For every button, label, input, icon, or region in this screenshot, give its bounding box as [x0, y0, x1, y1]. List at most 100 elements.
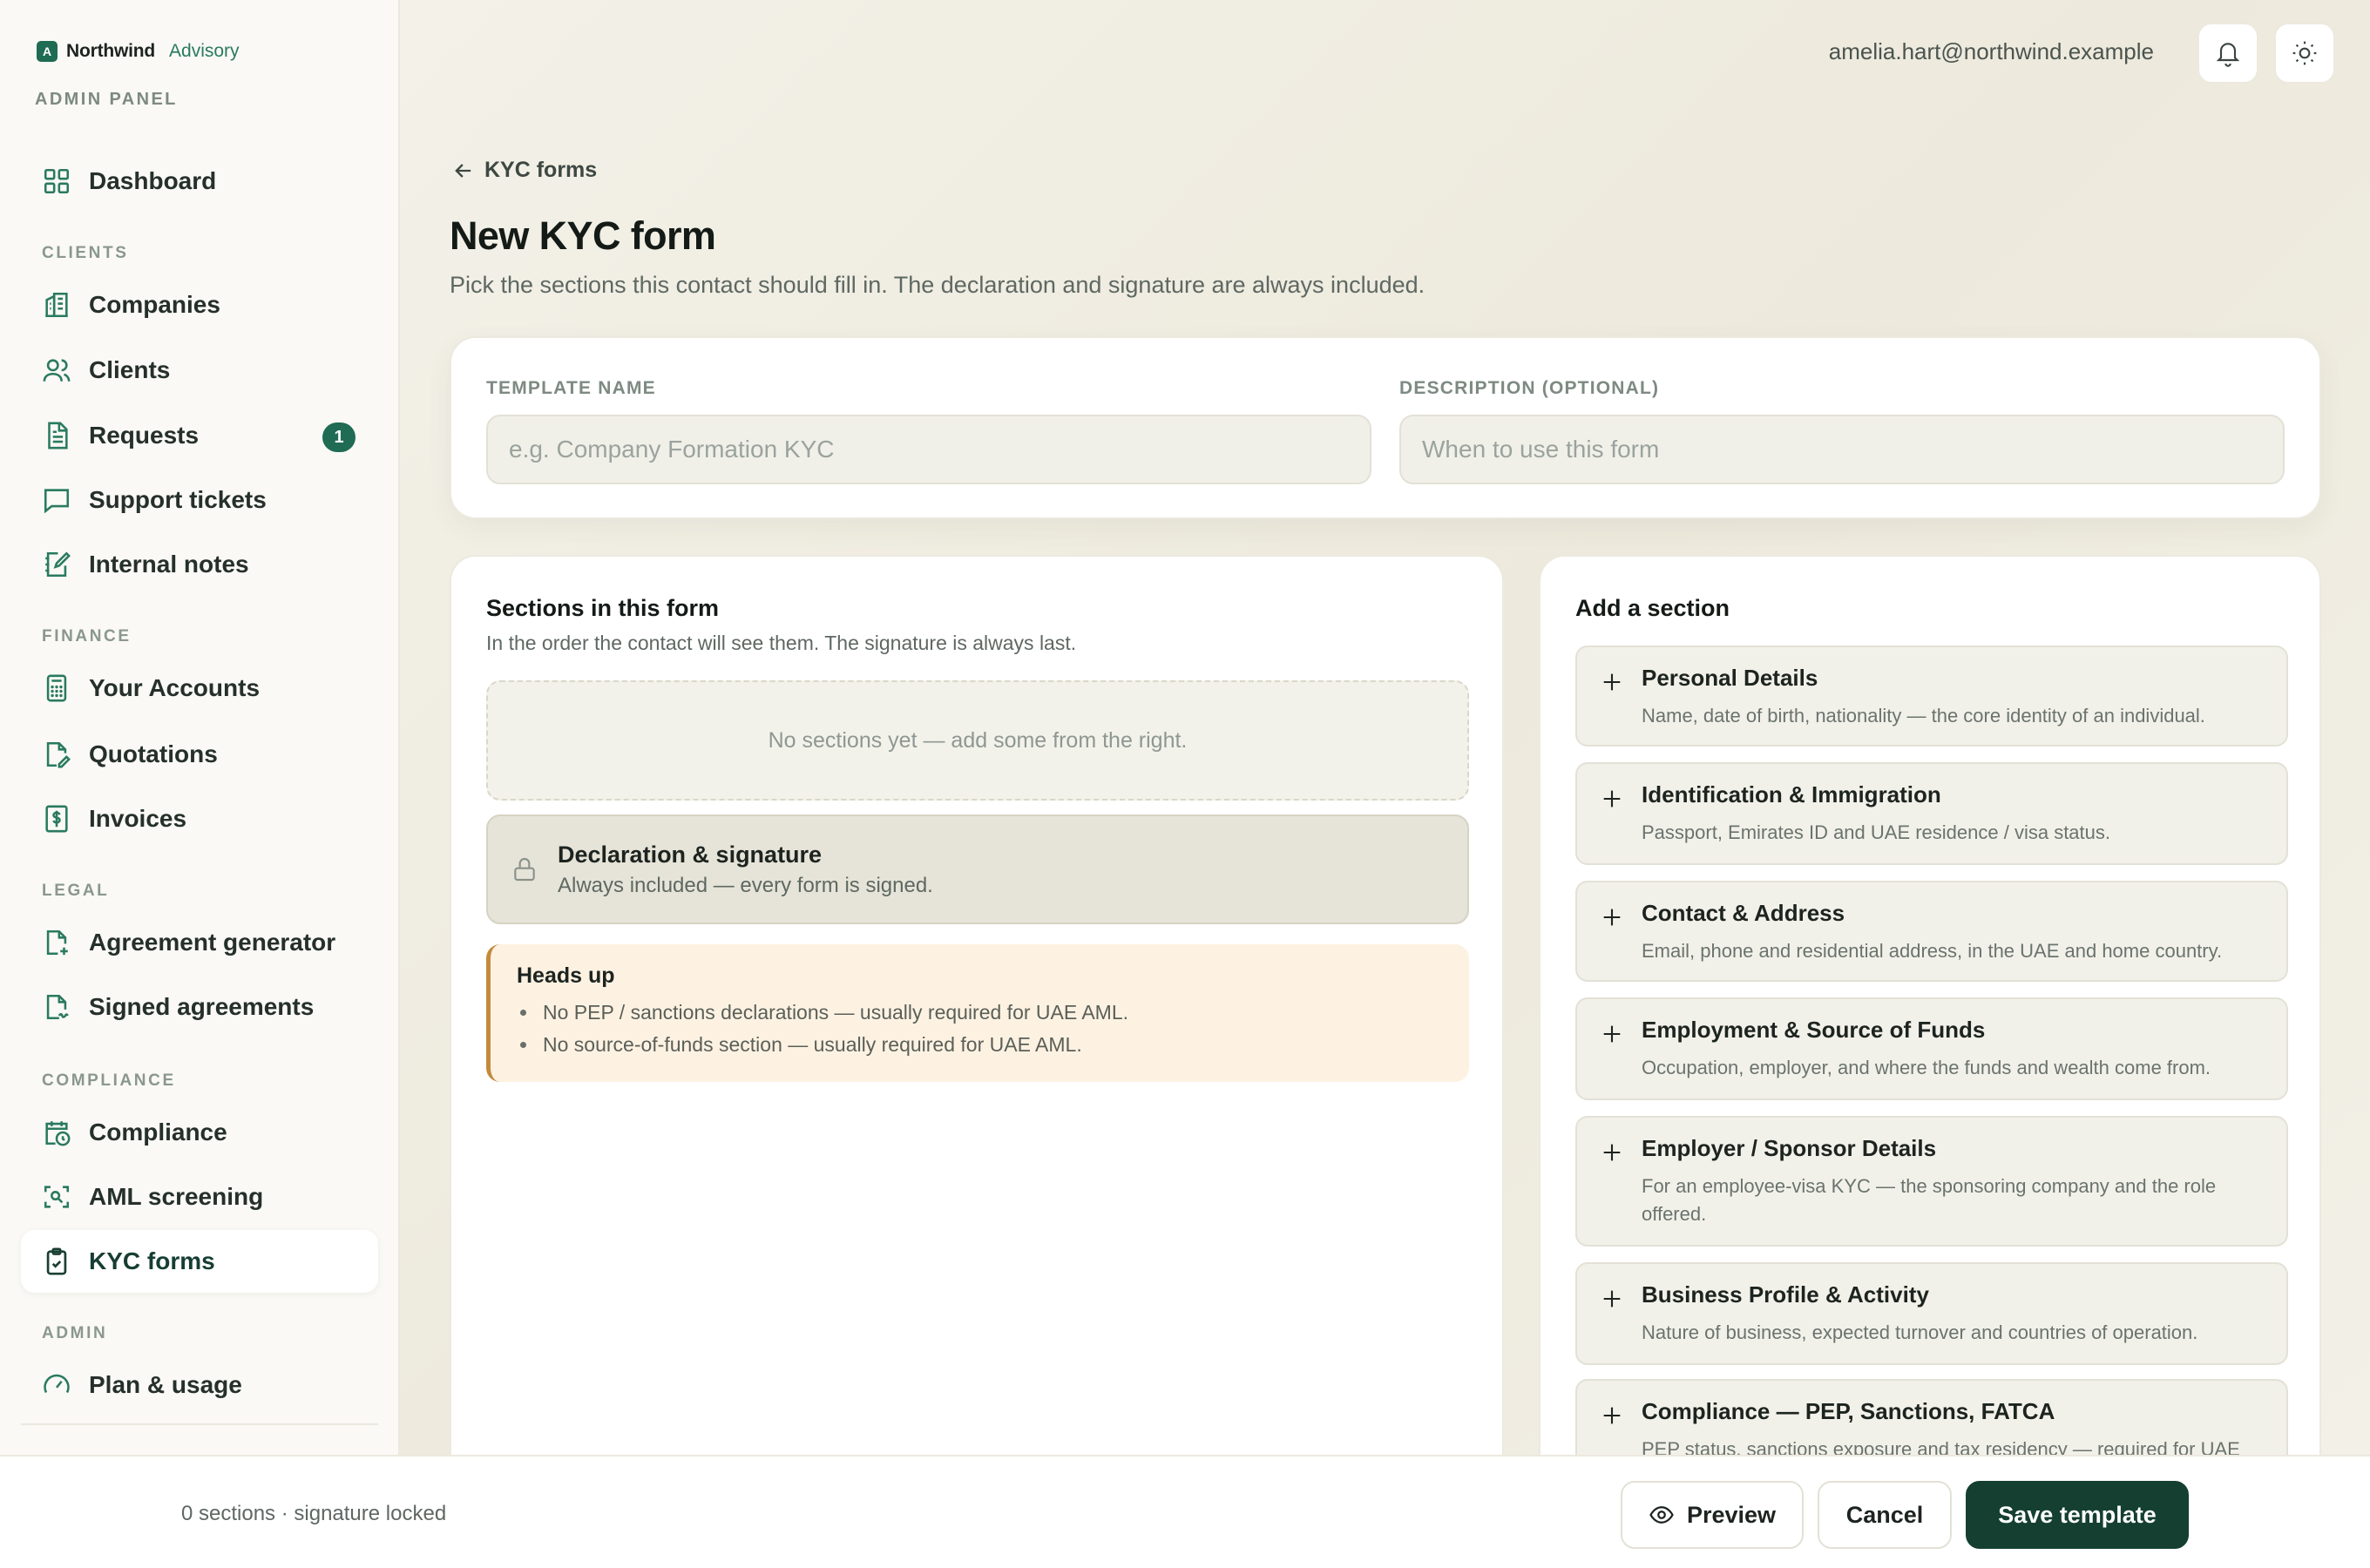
- brand-logo[interactable]: A Northwind Advisory: [37, 41, 240, 62]
- sidebar-item-kyc-forms[interactable]: KYC forms: [21, 1230, 378, 1293]
- sun-icon: [2291, 39, 2319, 67]
- sidebar-item-dashboard[interactable]: Dashboard: [21, 150, 378, 213]
- plus-icon: [1600, 1022, 1624, 1046]
- plus-icon: [1600, 1140, 1624, 1165]
- building-icon: [42, 290, 71, 320]
- notifications-button[interactable]: [2197, 23, 2258, 84]
- sidebar-item-label: Internal notes: [89, 551, 249, 578]
- declaration-subtitle: Always included — every form is signed.: [558, 873, 933, 897]
- add-section-card: Add a section Personal Details Name, dat…: [1539, 555, 2321, 1568]
- nav-group-legal: LEGAL: [42, 882, 110, 900]
- section-name: Contact & Address: [1642, 900, 1845, 926]
- nav-group-clients: CLIENTS: [42, 244, 129, 262]
- section-description: Name, date of birth, nationality — the c…: [1642, 705, 2205, 727]
- nav-group-compliance: COMPLIANCE: [42, 1071, 176, 1090]
- file-edit-icon: [42, 740, 71, 769]
- file-plus-icon: [42, 928, 71, 957]
- gauge-icon: [42, 1370, 71, 1400]
- sidebar-item-label: Requests: [89, 422, 200, 449]
- plus-icon: [1600, 670, 1624, 694]
- sidebar-item-label: AML screening: [89, 1183, 264, 1210]
- sidebar-item-companies[interactable]: Companies: [21, 274, 378, 336]
- sidebar-item-aml-screening[interactable]: AML screening: [21, 1166, 378, 1228]
- add-section-employment-source-of-funds[interactable]: Employment & Source of Funds Occupation,…: [1575, 997, 2288, 1100]
- sidebar-item-requests[interactable]: Requests 1: [21, 404, 378, 467]
- cancel-button[interactable]: Cancel: [1818, 1481, 1952, 1549]
- plus-icon: [1600, 1403, 1624, 1428]
- heads-up-title: Heads up: [517, 963, 615, 988]
- sidebar-item-label: Your Accounts: [89, 674, 261, 701]
- page-subtitle: Pick the sections this contact should fi…: [450, 272, 1425, 298]
- nav-group-finance: FINANCE: [42, 627, 132, 645]
- calendar-clock-icon: [42, 1118, 71, 1147]
- section-name: Employment & Source of Funds: [1642, 1017, 1986, 1043]
- sections-card-title: Sections in this form: [486, 595, 720, 621]
- add-section-employer-sponsor[interactable]: Employer / Sponsor Details For an employ…: [1575, 1116, 2288, 1247]
- save-template-button[interactable]: Save template: [1966, 1481, 2189, 1549]
- sidebar-item-label: Agreement generator: [89, 929, 336, 956]
- section-description: Email, phone and residential address, in…: [1642, 940, 2223, 962]
- section-name: Identification & Immigration: [1642, 781, 1941, 808]
- preview-button[interactable]: Preview: [1621, 1481, 1804, 1549]
- sidebar-item-agreement-generator[interactable]: Agreement generator: [21, 911, 378, 974]
- heads-up-item: No source-of-funds section — usually req…: [517, 1033, 1443, 1057]
- notebook-pen-icon: [42, 550, 71, 579]
- empty-sections-dropzone[interactable]: No sections yet — add some from the righ…: [486, 680, 1469, 801]
- scan-search-icon: [42, 1182, 71, 1212]
- sidebar-item-label: Plan & usage: [89, 1371, 242, 1398]
- sidebar-item-your-accounts[interactable]: Your Accounts: [21, 657, 378, 720]
- description-label: DESCRIPTION (OPTIONAL): [1399, 378, 1660, 398]
- plus-icon: [1600, 787, 1624, 811]
- sections-card-subtitle: In the order the contact will see them. …: [486, 632, 1077, 654]
- section-description: Nature of business, expected turnover an…: [1642, 1321, 2198, 1343]
- add-section-title: Add a section: [1575, 595, 1730, 621]
- sidebar-item-compliance[interactable]: Compliance: [21, 1101, 378, 1164]
- sidebar-item-label: Quotations: [89, 740, 218, 767]
- sidebar-item-label: Support tickets: [89, 486, 267, 513]
- section-name: Business Profile & Activity: [1642, 1281, 1929, 1308]
- sidebar-item-label: Dashboard: [89, 167, 217, 194]
- add-section-personal-details[interactable]: Personal Details Name, date of birth, na…: [1575, 645, 2288, 747]
- clipboard-check-icon: [42, 1247, 71, 1276]
- sidebar-item-label: Clients: [89, 356, 171, 383]
- description-input[interactable]: [1399, 415, 2285, 484]
- section-description: Passport, Emirates ID and UAE residence …: [1642, 821, 2111, 843]
- plus-icon: [1600, 1287, 1624, 1311]
- sidebar-item-plan-usage[interactable]: Plan & usage: [21, 1354, 378, 1416]
- back-to-kyc-forms-link[interactable]: KYC forms: [451, 158, 597, 183]
- panel-label: ADMIN PANEL: [35, 90, 178, 109]
- theme-toggle-button[interactable]: [2274, 23, 2335, 84]
- sidebar-item-label: Compliance: [89, 1119, 227, 1146]
- sidebar-item-support-tickets[interactable]: Support tickets: [21, 469, 378, 531]
- heads-up-list: No PEP / sanctions declarations — usuall…: [517, 1001, 1443, 1057]
- action-footer: 0 sections · signature locked Preview Ca…: [0, 1455, 2370, 1568]
- declaration-title: Declaration & signature: [558, 841, 823, 868]
- form-status-text: 0 sections · signature locked: [181, 1502, 447, 1525]
- brand-mark: A: [37, 41, 58, 62]
- sidebar-item-quotations[interactable]: Quotations: [21, 723, 378, 786]
- form-sections-card: Sections in this form In the order the c…: [450, 555, 1504, 1568]
- document-icon: [42, 421, 71, 450]
- template-name-input[interactable]: [486, 415, 1371, 484]
- section-description: For an employee-visa KYC — the sponsorin…: [1642, 1175, 2217, 1225]
- sidebar-divider: [21, 1423, 378, 1425]
- sidebar-item-invoices[interactable]: Invoices: [21, 787, 378, 850]
- template-name-label: TEMPLATE NAME: [486, 378, 656, 398]
- add-section-business-profile[interactable]: Business Profile & Activity Nature of bu…: [1575, 1262, 2288, 1365]
- heads-up-item: No PEP / sanctions declarations — usuall…: [517, 1001, 1443, 1024]
- add-section-contact-address[interactable]: Contact & Address Email, phone and resid…: [1575, 881, 2288, 982]
- page-title: New KYC form: [450, 213, 716, 258]
- declaration-signature-section: Declaration & signature Always included …: [486, 814, 1469, 924]
- users-icon: [42, 355, 71, 385]
- brand-name: Northwind: [66, 41, 156, 61]
- back-link-label: KYC forms: [484, 158, 598, 182]
- sidebar-item-internal-notes[interactable]: Internal notes: [21, 533, 378, 596]
- sidebar-item-signed-agreements[interactable]: Signed agreements: [21, 976, 378, 1038]
- file-signature-icon: [42, 992, 71, 1022]
- template-meta-card: TEMPLATE NAME DESCRIPTION (OPTIONAL): [450, 336, 2321, 519]
- sidebar-item-label: KYC forms: [89, 1247, 215, 1274]
- sidebar-item-label: Signed agreements: [89, 993, 315, 1020]
- section-name: Employer / Sponsor Details: [1642, 1135, 1937, 1161]
- add-section-identification-immigration[interactable]: Identification & Immigration Passport, E…: [1575, 762, 2288, 865]
- sidebar-item-clients[interactable]: Clients: [21, 339, 378, 402]
